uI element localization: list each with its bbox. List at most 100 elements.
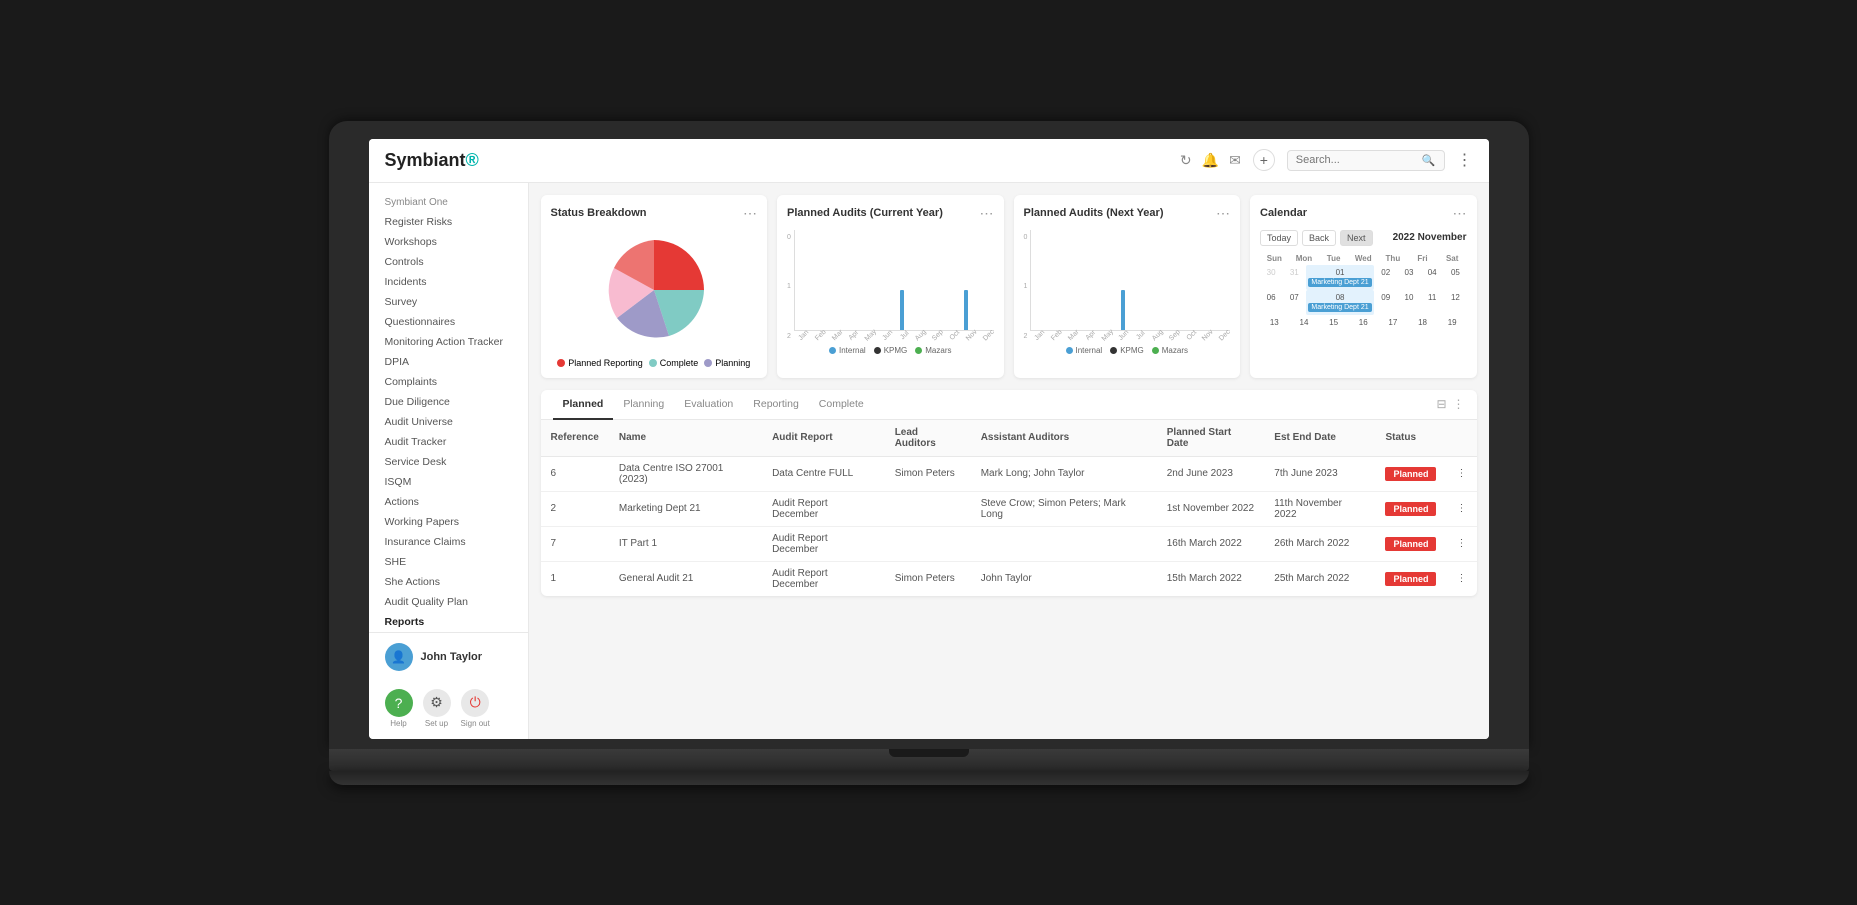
sidebar-item-monitoring[interactable]: Monitoring Action Tracker [369,332,528,352]
legend-dot-planned [557,359,565,367]
tab-evaluation[interactable]: Evaluation [674,390,743,420]
cal-header-fri: Fri [1408,252,1437,265]
tab-complete[interactable]: Complete [809,390,874,420]
cal-day-31[interactable]: 31 [1283,265,1305,290]
legend-internal-current: Internal [829,346,866,355]
cal-day-19[interactable]: 19 [1438,315,1467,335]
row3-planned-start: 16th March 2022 [1157,526,1265,561]
cal-day-13[interactable]: 13 [1260,315,1289,335]
sidebar-item-service-desk[interactable]: Service Desk [369,452,528,472]
table-row[interactable]: 2 Marketing Dept 21 Audit Report Decembe… [541,491,1477,526]
table-row[interactable]: 1 General Audit 21 Audit Report December… [541,561,1477,596]
sidebar-item-isqm[interactable]: ISQM [369,472,528,492]
cal-day-09[interactable]: 09 [1375,290,1397,315]
sidebar-item-incidents[interactable]: Incidents [369,272,528,292]
legend-mazars-next: Mazars [1152,346,1188,355]
sidebar-item-controls[interactable]: Controls [369,252,528,272]
cal-day-12[interactable]: 12 [1444,290,1466,315]
cal-day-08[interactable]: 08 Marketing Dept 21 [1306,290,1373,315]
row3-name: IT Part 1 [609,526,762,561]
tab-reporting[interactable]: Reporting [743,390,809,420]
refresh-icon[interactable]: ↻ [1180,152,1192,169]
row2-more[interactable]: ⋮ [1446,491,1476,526]
calendar-menu-icon[interactable]: ⋯ [1453,205,1467,222]
laptop-container: Symbiant® ↻ 🔔 ✉ + 🔍 ⋮ [329,121,1529,785]
status-breakdown-menu-icon[interactable]: ⋯ [743,205,757,222]
cal-day-14[interactable]: 14 [1290,315,1319,335]
sidebar-item-reports[interactable]: Reports [369,612,528,632]
cal-day-01-num: 01 [1336,268,1345,277]
row1-more[interactable]: ⋮ [1446,456,1476,491]
sidebar-item-questionnaires[interactable]: Questionnaires [369,312,528,332]
cal-day-11[interactable]: 11 [1421,290,1443,315]
sidebar-item-workshops[interactable]: Workshops [369,232,528,252]
sidebar-item-register-risks[interactable]: Register Risks [369,212,528,232]
sidebar-item-dpia[interactable]: DPIA [369,352,528,372]
mail-icon[interactable]: ✉ [1229,152,1241,169]
cal-week-3: 13 14 15 16 17 18 19 [1260,315,1467,335]
planned-audits-current-menu-icon[interactable]: ⋯ [980,205,994,222]
sidebar-item-she-actions[interactable]: She Actions [369,572,528,592]
row2-name: Marketing Dept 21 [609,491,762,526]
filter-icon[interactable]: ⊟ [1436,397,1446,411]
cal-day-10[interactable]: 10 [1398,290,1420,315]
row3-est-end: 26th March 2022 [1264,526,1375,561]
cal-event-08[interactable]: Marketing Dept 21 [1308,303,1371,312]
sidebar-item-she[interactable]: SHE [369,552,528,572]
back-button[interactable]: Back [1302,230,1336,246]
signout-button[interactable]: ⏻ Sign out [461,689,490,728]
status-badge-row3: Planned [1385,537,1436,551]
cal-day-06[interactable]: 06 [1260,290,1282,315]
planned-audits-current-widget: Planned Audits (Current Year) ⋯ 2 1 0 [777,195,1004,378]
sidebar-item-actions[interactable]: Actions [369,492,528,512]
bell-icon[interactable]: 🔔 [1202,152,1219,169]
cal-day-17[interactable]: 17 [1379,315,1408,335]
cal-day-02[interactable]: 02 [1375,265,1397,290]
tab-planning[interactable]: Planning [613,390,674,420]
planned-audits-next-menu-icon[interactable]: ⋯ [1216,205,1230,222]
cal-day-15[interactable]: 15 [1319,315,1348,335]
sidebar-item-survey[interactable]: Survey [369,292,528,312]
cal-day-03[interactable]: 03 [1398,265,1420,290]
row3-assistant-auditors [971,526,1157,561]
label-mazars-next: Mazars [1162,346,1188,355]
sidebar-item-complaints[interactable]: Complaints [369,372,528,392]
row4-name: General Audit 21 [609,561,762,596]
cal-day-07[interactable]: 07 [1283,290,1305,315]
label-internal-current: Internal [839,346,866,355]
next-button[interactable]: Next [1340,230,1373,246]
table-row[interactable]: 7 IT Part 1 Audit Report December 16th M… [541,526,1477,561]
sidebar-item-working-papers[interactable]: Working Papers [369,512,528,532]
add-button[interactable]: + [1253,149,1275,171]
row4-more[interactable]: ⋮ [1446,561,1476,596]
tab-planned[interactable]: Planned [553,390,614,420]
row3-more[interactable]: ⋮ [1446,526,1476,561]
topbar-more-icon[interactable]: ⋮ [1457,150,1473,170]
cal-event-01[interactable]: Marketing Dept 21 [1308,278,1371,287]
sidebar-item-audit-quality[interactable]: Audit Quality Plan [369,592,528,612]
table-menu-icon[interactable]: ⋮ [1453,397,1465,411]
sidebar-item-due-diligence[interactable]: Due Diligence [369,392,528,412]
cal-day-04[interactable]: 04 [1421,265,1443,290]
cal-day-01[interactable]: 01 Marketing Dept 21 [1306,265,1373,290]
pie-chart-container: Planned Reporting Complete [551,230,758,368]
sidebar-item-audit-universe[interactable]: Audit Universe [369,412,528,432]
cal-day-18[interactable]: 18 [1408,315,1437,335]
legend-planned: Planned Reporting [557,358,643,368]
help-button[interactable]: ? Help [385,689,413,728]
setup-button[interactable]: ⚙ Set up [423,689,451,728]
cal-day-30[interactable]: 30 [1260,265,1282,290]
search-input[interactable] [1296,154,1416,166]
cal-day-16[interactable]: 16 [1349,315,1378,335]
sidebar-item-audit-tracker[interactable]: Audit Tracker [369,432,528,452]
table-row[interactable]: 6 Data Centre ISO 27001 (2023) Data Cent… [541,456,1477,491]
planned-audits-next-widget: Planned Audits (Next Year) ⋯ 2 1 0 [1014,195,1241,378]
sidebar-item-insurance[interactable]: Insurance Claims [369,532,528,552]
col-audit-report: Audit Report [762,420,885,457]
legend-kpmg-current: KPMG [874,346,908,355]
row2-assistant-auditors: Steve Crow; Simon Peters; Mark Long [971,491,1157,526]
pie-chart-svg [594,230,714,350]
cal-day-05[interactable]: 05 [1444,265,1466,290]
today-button[interactable]: Today [1260,230,1298,246]
table-header-row: Reference Name Audit Report Lead Auditor… [541,420,1477,457]
